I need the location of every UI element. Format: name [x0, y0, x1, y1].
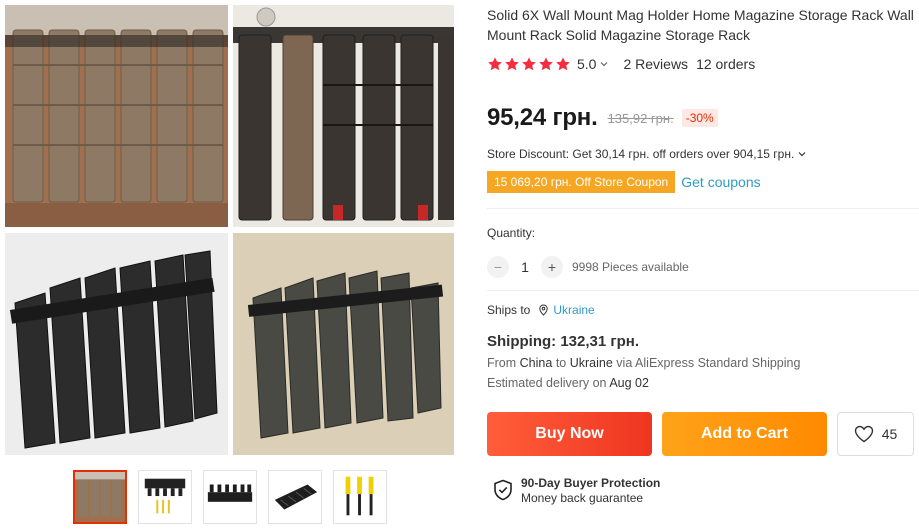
store-discount[interactable]: Store Discount: Get 30,14 грн. off order… [487, 147, 807, 161]
product-photo-mixed-magazines[interactable] [233, 5, 454, 227]
discount-badge: -30% [681, 109, 718, 127]
quantity-label: Quantity: [487, 226, 536, 240]
divider [487, 290, 919, 291]
chevron-down-icon [798, 152, 806, 157]
price-row: 95,24 грн. 135,92 грн. -30% [487, 102, 718, 134]
store-discount-text: Store Discount: Get 30,14 грн. off order… [487, 147, 795, 161]
star-icon [539, 57, 553, 71]
rating-row: 5.0 2 Reviews 12 orders [487, 54, 755, 74]
quantity-increase-button[interactable]: + [541, 256, 563, 278]
buyer-protection-subtitle: Money back guarantee [521, 491, 644, 505]
shipping-cost: Shipping: 132,31 грн. [487, 333, 639, 350]
chevron-down-icon[interactable] [599, 59, 609, 69]
product-photo-black-magazines[interactable] [5, 233, 228, 455]
shipping-route: From China to Ukraine via AliExpress Sta… [487, 356, 800, 370]
shipping-origin: China [519, 356, 553, 370]
product-photo-rack-mounted[interactable] [233, 233, 454, 455]
get-coupons-link[interactable]: Get coupons [681, 174, 760, 190]
star-icon [488, 57, 502, 71]
thumbnail-2[interactable] [138, 470, 192, 524]
original-price: 135,92 грн. [607, 110, 674, 126]
thumbnail-strip [73, 470, 393, 524]
thumbnail-3[interactable] [203, 470, 257, 524]
shield-check-icon [494, 479, 512, 501]
star-icon [522, 57, 536, 71]
estimated-delivery: Estimated delivery on Aug 02 [487, 376, 649, 390]
store-coupon-badge[interactable]: 15 069,20 грн. Off Store Coupon [484, 171, 678, 193]
add-to-cart-button[interactable]: Add to Cart [662, 412, 827, 456]
orders-count: 12 orders [696, 56, 756, 72]
thumbnail-1[interactable] [73, 470, 127, 524]
shipping-method: via AliExpress Standard Shipping [616, 356, 801, 370]
pieces-available: 9998 Pieces available [572, 260, 689, 274]
heart-icon [854, 425, 873, 443]
product-image-gallery [5, 5, 454, 455]
shipping-from-word: From [487, 356, 517, 370]
current-price: 95,24 грн. [487, 104, 598, 131]
ships-to-label: Ships to [487, 303, 531, 317]
product-title: Solid 6X Wall Mount Mag Holder Home Maga… [487, 7, 914, 43]
quantity-stepper: − 1 + 9998 Pieces available [487, 256, 689, 278]
estimated-delivery-date: Aug 02 [609, 376, 649, 390]
estimated-delivery-label: Estimated delivery on [487, 376, 607, 390]
star-icon [505, 57, 519, 71]
wishlist-count: 45 [881, 426, 898, 442]
ships-to: Ships to Ukraine [487, 303, 595, 317]
coupon-row: 15 069,20 грн. Off Store Coupon Get coup… [484, 171, 761, 193]
wishlist-button[interactable]: 45 [837, 412, 914, 456]
shipping-to-word: to [555, 356, 567, 370]
rating-stars[interactable] [487, 56, 571, 72]
rating-value[interactable]: 5.0 [577, 56, 596, 72]
reviews-link[interactable]: 2 Reviews [623, 56, 688, 72]
star-icon [556, 57, 570, 71]
quantity-input[interactable]: 1 [509, 259, 541, 275]
buy-now-button[interactable]: Buy Now [487, 412, 652, 456]
product-photo-tan-magazines[interactable] [5, 5, 228, 227]
shipping-destination: Ukraine [569, 356, 613, 370]
thumbnail-4[interactable] [268, 470, 322, 524]
location-pin-icon [539, 304, 549, 316]
divider [487, 208, 919, 209]
buyer-protection-title: 90-Day Buyer Protection [521, 476, 661, 490]
thumbnail-5[interactable] [333, 470, 387, 524]
buyer-protection: 90-Day Buyer Protection Money back guara… [493, 476, 660, 506]
quantity-decrease-button[interactable]: − [487, 256, 509, 278]
ships-to-country-link[interactable]: Ukraine [553, 303, 594, 317]
